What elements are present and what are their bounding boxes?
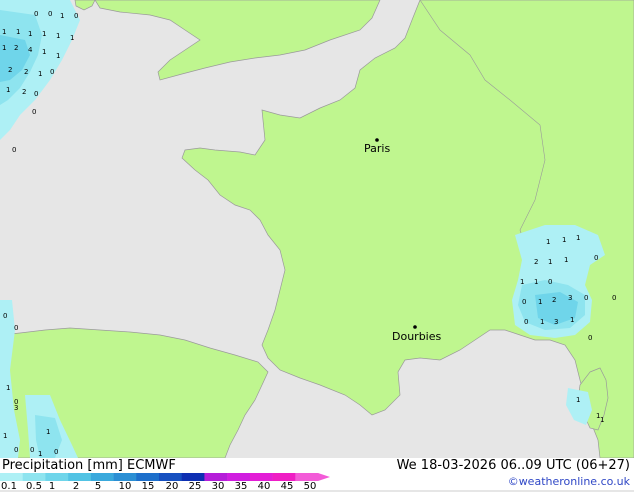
precip-value-label: 0: [14, 324, 18, 332]
legend-swatch: [295, 473, 319, 481]
precip-value-label: 1: [534, 278, 538, 286]
precip-value-label: 1: [538, 298, 542, 306]
legend-swatch: [68, 473, 92, 481]
legend-tick-label: 35: [234, 481, 248, 492]
precip-value-label: 0: [34, 10, 38, 18]
precip-value-label: 1: [3, 432, 7, 440]
precip-value-label: 1: [548, 258, 552, 266]
legend-swatch: [113, 473, 137, 481]
precip-value-label: 1: [70, 34, 74, 42]
precip-value-label: 0: [12, 146, 16, 154]
precip-value-label: 1: [46, 428, 50, 436]
precip-value-label: 2: [22, 88, 26, 96]
precip-value-label: 1: [540, 318, 544, 326]
precip-value-label: 1: [564, 256, 568, 264]
legend-tick-label: 40: [257, 481, 271, 492]
legend-tick-label: 15: [141, 481, 155, 492]
precip-value-label: 3: [568, 294, 572, 302]
city-label: Paris: [364, 142, 390, 155]
precip-color-scale: [0, 473, 330, 481]
precip-value-label: 0: [30, 446, 34, 454]
precip-value-label: 2: [552, 296, 556, 304]
precip-value-label: 0: [54, 448, 58, 456]
precip-value-label: 0: [32, 108, 36, 116]
legend-tick-label: 30: [211, 481, 225, 492]
precip-value-label: 1: [42, 48, 46, 56]
precip-value-label: 2: [8, 66, 12, 74]
legend-tick-label: 5: [94, 481, 102, 492]
legend-swatch: [272, 473, 296, 481]
legend-swatch: [204, 473, 228, 481]
precip-value-label: 1: [600, 416, 604, 424]
legend-swatch: [227, 473, 251, 481]
precip-value-label: 0: [588, 334, 592, 342]
legend-swatch: [249, 473, 273, 481]
precip-value-label: 0: [522, 298, 526, 306]
precipitation-map: 0 0 1 01 1 1 1 1 11 2 4 1 12 2 1 01 2 0000010110 031 01 1 12 1…: [0, 0, 634, 458]
map-title: Precipitation [mm] ECMWF: [2, 458, 176, 473]
precip-value-label: 0: [74, 12, 78, 20]
legend-tick-label: 1: [48, 481, 56, 492]
legend-tick-label: 0.1: [1, 481, 17, 492]
precip-value-label: 1: [570, 316, 574, 324]
precip-value-label: 1: [6, 384, 10, 392]
legend-tick-label: 20: [165, 481, 179, 492]
precip-value-label: 1: [60, 12, 64, 20]
precip-value-label: 1: [576, 396, 580, 404]
legend-tick-label: 2: [72, 481, 80, 492]
legend-swatch: [90, 473, 114, 481]
legend-swatch: [45, 473, 69, 481]
legend-swatch: [181, 473, 205, 481]
legend-overflow-arrow: [318, 473, 330, 481]
precip-value-label: 0: [524, 318, 528, 326]
precip-value-label: 0: [34, 90, 38, 98]
precip-value-label: 1: [2, 44, 6, 52]
precip-value-label: 1: [16, 28, 20, 36]
precip-value-label: 1: [38, 70, 42, 78]
legend-swatch: [159, 473, 183, 481]
credit-link[interactable]: ©weatheronline.co.uk: [508, 475, 630, 488]
precip-value-label: 1: [562, 236, 566, 244]
precip-value-label: 1: [6, 86, 10, 94]
precip-value-label: 3: [14, 404, 18, 412]
precip-value-label: 1: [56, 52, 60, 60]
legend-swatch: [136, 473, 160, 481]
precip-value-label: 1: [28, 30, 32, 38]
precip-value-label: 1: [56, 32, 60, 40]
precip-value-label: 0: [14, 446, 18, 454]
precip-value-label: 1: [576, 234, 580, 242]
precip-value-label: 0: [612, 294, 616, 302]
precip-value-label: 1: [546, 238, 550, 246]
precip-value-label: 0: [50, 68, 54, 76]
precip-value-label: 2: [14, 44, 18, 52]
precip-value-label: 0: [548, 278, 552, 286]
precip-value-label: 2: [534, 258, 538, 266]
precip-value-label: 1: [42, 30, 46, 38]
legend-tick-label: 10: [118, 481, 132, 492]
precip-value-label: 4: [28, 46, 33, 54]
precip-value-label: 1: [38, 450, 42, 458]
precip-value-label: 0: [48, 10, 52, 18]
precip-value-label: 0: [584, 294, 588, 302]
precip-value-label: 1: [2, 28, 6, 36]
legend-tick-label: 45: [280, 481, 294, 492]
city-marker: [413, 325, 417, 329]
legend-swatch: [22, 473, 46, 481]
precip-value-label: 0: [3, 312, 7, 320]
valid-time-label: We 18-03-2026 06..09 UTC (06+27): [396, 458, 630, 473]
city-label: Dourbies: [392, 330, 442, 343]
legend-tick-label: 25: [188, 481, 202, 492]
legend-tick-label: 0.5: [26, 481, 42, 492]
legend-swatch: [0, 473, 24, 481]
precip-value-label: 3: [554, 318, 558, 326]
precip-value-label: 1: [520, 278, 524, 286]
legend-tick-label: 50: [303, 481, 317, 492]
precip-value-label: 2: [24, 68, 28, 76]
precip-value-label: 0: [594, 254, 598, 262]
